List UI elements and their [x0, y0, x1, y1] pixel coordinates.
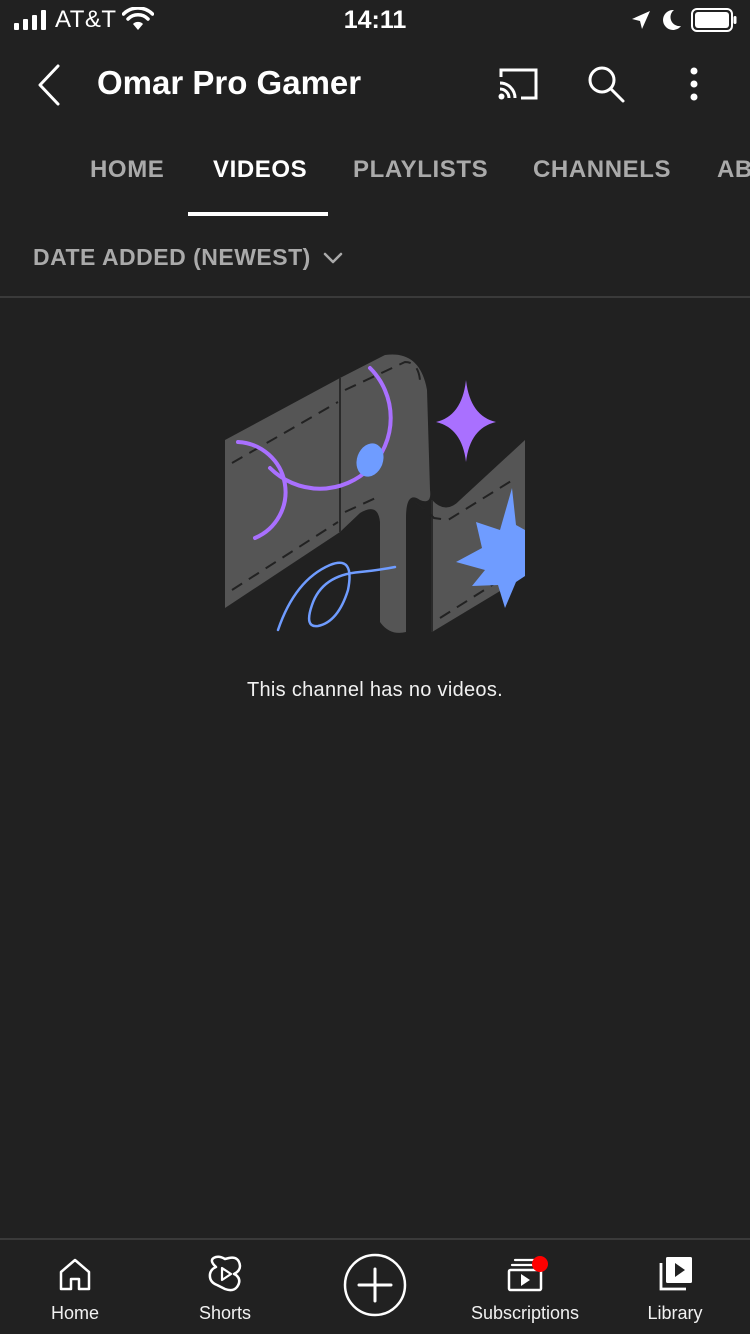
sort-dropdown[interactable]: DATE ADDED (NEWEST) — [33, 244, 343, 271]
tab-playlists[interactable]: PLAYLISTS — [353, 156, 488, 184]
cast-icon — [498, 68, 538, 100]
status-bar: AT&T 14:11 — [0, 0, 750, 40]
screen: AT&T 14:11 Omar Pro Gamer HOME VIDEOS PL… — [0, 0, 750, 1334]
tab-channels[interactable]: CHANNELS — [533, 156, 671, 184]
nav-create[interactable] — [300, 1240, 450, 1334]
search-icon — [588, 66, 625, 103]
nav-shorts-label: Shorts — [198, 1303, 252, 1323]
nav-subscriptions[interactable]: Subscriptions — [450, 1240, 600, 1334]
back-button[interactable] — [22, 58, 76, 112]
divider — [0, 296, 750, 298]
battery-icon — [691, 8, 737, 32]
nav-library[interactable]: Library — [600, 1240, 750, 1334]
more-vertical-icon — [690, 67, 698, 101]
shorts-icon — [208, 1255, 242, 1292]
cast-button[interactable] — [494, 62, 542, 106]
bottom-navigation: Home Shorts Subscriptions Library — [0, 1238, 750, 1334]
more-options-button[interactable] — [672, 60, 716, 108]
back-arrow-icon — [38, 64, 60, 106]
home-icon — [59, 1258, 91, 1291]
library-icon — [659, 1257, 692, 1291]
sort-row: DATE ADDED (NEWEST) — [0, 216, 750, 296]
nav-subscriptions-label: Subscriptions — [470, 1303, 580, 1323]
tab-about[interactable]: AB — [717, 156, 750, 184]
nav-home[interactable]: Home — [0, 1240, 150, 1334]
nav-library-label: Library — [647, 1303, 703, 1323]
app-header: Omar Pro Gamer — [0, 40, 750, 130]
tab-home[interactable]: HOME — [90, 156, 164, 184]
empty-state-message: This channel has no videos. — [246, 679, 504, 701]
location-arrow-icon — [632, 11, 650, 29]
sort-label: DATE ADDED (NEWEST) — [33, 244, 311, 270]
chevron-down-icon — [323, 252, 343, 263]
nav-home-label: Home — [50, 1303, 99, 1323]
do-not-disturb-moon-icon — [663, 9, 681, 30]
empty-channel-illustration — [225, 354, 525, 633]
create-icon — [343, 1253, 407, 1317]
channel-title: Omar Pro Gamer — [97, 64, 362, 101]
tab-videos[interactable]: VIDEOS — [213, 156, 307, 184]
notification-badge — [532, 1256, 548, 1272]
search-button[interactable] — [582, 60, 630, 108]
nav-shorts[interactable]: Shorts — [150, 1240, 300, 1334]
channel-tabs: HOME VIDEOS PLAYLISTS CHANNELS AB — [0, 130, 750, 216]
